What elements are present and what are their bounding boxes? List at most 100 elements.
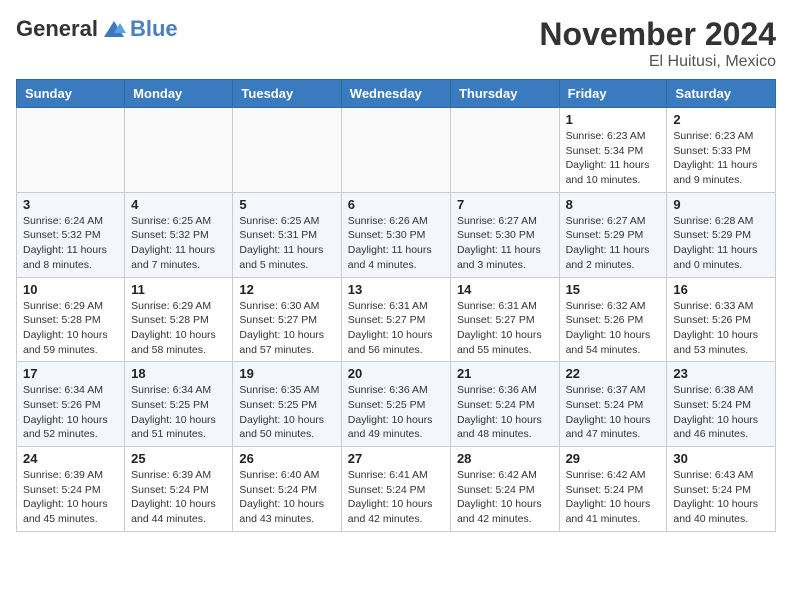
day-info: Sunrise: 6:25 AM Sunset: 5:31 PM Dayligh… xyxy=(239,214,334,273)
calendar-table: SundayMondayTuesdayWednesdayThursdayFrid… xyxy=(16,79,776,532)
calendar-week-row: 1Sunrise: 6:23 AM Sunset: 5:34 PM Daylig… xyxy=(17,108,776,193)
day-number: 3 xyxy=(23,197,118,212)
day-info: Sunrise: 6:29 AM Sunset: 5:28 PM Dayligh… xyxy=(23,299,118,358)
day-number: 8 xyxy=(566,197,661,212)
calendar-day-cell: 7 Sunrise: 6:27 AM Sunset: 5:30 PM Daylig… xyxy=(450,192,559,277)
day-number: 15 xyxy=(566,282,661,297)
logo: General Blue xyxy=(16,16,178,42)
title-section: November 2024 El Huitusi, Mexico xyxy=(539,16,776,71)
calendar-week-row: 10 Sunrise: 6:29 AM Sunset: 5:28 PM Dayli… xyxy=(17,277,776,362)
calendar-day-cell: 8 Sunrise: 6:27 AM Sunset: 5:29 PM Daylig… xyxy=(559,192,667,277)
day-info: Sunrise: 6:30 AM Sunset: 5:27 PM Dayligh… xyxy=(239,299,334,358)
calendar-day-cell: 14 Sunrise: 6:31 AM Sunset: 5:27 PM Dayli… xyxy=(450,277,559,362)
day-number: 6 xyxy=(348,197,444,212)
day-number: 23 xyxy=(673,366,769,381)
calendar-day-cell: 11 Sunrise: 6:29 AM Sunset: 5:28 PM Dayli… xyxy=(125,277,233,362)
calendar-week-row: 17 Sunrise: 6:34 AM Sunset: 5:26 PM Dayli… xyxy=(17,362,776,447)
day-number: 11 xyxy=(131,282,226,297)
day-number: 25 xyxy=(131,451,226,466)
day-info: Sunrise: 6:31 AM Sunset: 5:27 PM Dayligh… xyxy=(457,299,553,358)
calendar-day-cell: 18Sunrise: 6:34 AM Sunset: 5:25 PM Dayli… xyxy=(125,362,233,447)
calendar-day-cell xyxy=(450,108,559,193)
day-info: Sunrise: 6:42 AM Sunset: 5:24 PM Dayligh… xyxy=(566,468,661,527)
day-number: 16 xyxy=(673,282,769,297)
day-number: 26 xyxy=(239,451,334,466)
location: El Huitusi, Mexico xyxy=(539,53,776,71)
calendar-day-cell xyxy=(233,108,341,193)
calendar-day-cell: 1Sunrise: 6:23 AM Sunset: 5:34 PM Daylig… xyxy=(559,108,667,193)
day-info: Sunrise: 6:38 AM Sunset: 5:24 PM Dayligh… xyxy=(673,383,769,442)
calendar-day-cell: 29Sunrise: 6:42 AM Sunset: 5:24 PM Dayli… xyxy=(559,447,667,532)
day-number: 22 xyxy=(566,366,661,381)
day-number: 19 xyxy=(239,366,334,381)
day-info: Sunrise: 6:39 AM Sunset: 5:24 PM Dayligh… xyxy=(131,468,226,527)
day-info: Sunrise: 6:25 AM Sunset: 5:32 PM Dayligh… xyxy=(131,214,226,273)
day-info: Sunrise: 6:33 AM Sunset: 5:26 PM Dayligh… xyxy=(673,299,769,358)
day-info: Sunrise: 6:26 AM Sunset: 5:30 PM Dayligh… xyxy=(348,214,444,273)
day-info: Sunrise: 6:23 AM Sunset: 5:33 PM Dayligh… xyxy=(673,129,769,188)
calendar-day-cell: 10 Sunrise: 6:29 AM Sunset: 5:28 PM Dayli… xyxy=(17,277,125,362)
calendar-day-cell: 15Sunrise: 6:32 AM Sunset: 5:26 PM Dayli… xyxy=(559,277,667,362)
calendar-day-cell: 2Sunrise: 6:23 AM Sunset: 5:33 PM Daylig… xyxy=(667,108,776,193)
day-number: 30 xyxy=(673,451,769,466)
calendar-day-cell: 26 Sunrise: 6:40 AM Sunset: 5:24 PM Dayli… xyxy=(233,447,341,532)
calendar-day-cell: 4 Sunrise: 6:25 AM Sunset: 5:32 PM Daylig… xyxy=(125,192,233,277)
day-number: 12 xyxy=(239,282,334,297)
day-info: Sunrise: 6:42 AM Sunset: 5:24 PM Dayligh… xyxy=(457,468,553,527)
calendar-day-cell: 24Sunrise: 6:39 AM Sunset: 5:24 PM Dayli… xyxy=(17,447,125,532)
day-number: 21 xyxy=(457,366,553,381)
day-number: 13 xyxy=(348,282,444,297)
day-info: Sunrise: 6:24 AM Sunset: 5:32 PM Dayligh… xyxy=(23,214,118,273)
logo-blue-text: Blue xyxy=(130,16,178,42)
page-header: General Blue November 2024 El Huitusi, M… xyxy=(16,16,776,71)
day-info: Sunrise: 6:31 AM Sunset: 5:27 PM Dayligh… xyxy=(348,299,444,358)
day-info: Sunrise: 6:27 AM Sunset: 5:30 PM Dayligh… xyxy=(457,214,553,273)
day-info: Sunrise: 6:35 AM Sunset: 5:25 PM Dayligh… xyxy=(239,383,334,442)
calendar-day-cell: 23 Sunrise: 6:38 AM Sunset: 5:24 PM Dayli… xyxy=(667,362,776,447)
calendar-day-cell: 5 Sunrise: 6:25 AM Sunset: 5:31 PM Daylig… xyxy=(233,192,341,277)
day-info: Sunrise: 6:23 AM Sunset: 5:34 PM Dayligh… xyxy=(566,129,661,188)
calendar-header-row: SundayMondayTuesdayWednesdayThursdayFrid… xyxy=(17,80,776,108)
day-number: 28 xyxy=(457,451,553,466)
calendar-day-header: Tuesday xyxy=(233,80,341,108)
calendar-day-cell: 17 Sunrise: 6:34 AM Sunset: 5:26 PM Dayli… xyxy=(17,362,125,447)
day-number: 7 xyxy=(457,197,553,212)
calendar-day-cell: 19 Sunrise: 6:35 AM Sunset: 5:25 PM Dayli… xyxy=(233,362,341,447)
calendar-day-cell: 22 Sunrise: 6:37 AM Sunset: 5:24 PM Dayli… xyxy=(559,362,667,447)
calendar-day-header: Sunday xyxy=(17,80,125,108)
day-number: 14 xyxy=(457,282,553,297)
logo-general-text: General xyxy=(16,16,98,42)
calendar-day-cell: 30 Sunrise: 6:43 AM Sunset: 5:24 PM Dayli… xyxy=(667,447,776,532)
calendar-day-cell: 3 Sunrise: 6:24 AM Sunset: 5:32 PM Daylig… xyxy=(17,192,125,277)
day-info: Sunrise: 6:27 AM Sunset: 5:29 PM Dayligh… xyxy=(566,214,661,273)
calendar-day-cell: 20 Sunrise: 6:36 AM Sunset: 5:25 PM Dayli… xyxy=(341,362,450,447)
day-info: Sunrise: 6:36 AM Sunset: 5:25 PM Dayligh… xyxy=(348,383,444,442)
day-info: Sunrise: 6:39 AM Sunset: 5:24 PM Dayligh… xyxy=(23,468,118,527)
calendar-day-cell: 27Sunrise: 6:41 AM Sunset: 5:24 PM Dayli… xyxy=(341,447,450,532)
day-info: Sunrise: 6:34 AM Sunset: 5:26 PM Dayligh… xyxy=(23,383,118,442)
month-title: November 2024 xyxy=(539,16,776,53)
day-number: 20 xyxy=(348,366,444,381)
calendar-day-header: Friday xyxy=(559,80,667,108)
calendar-day-cell: 25 Sunrise: 6:39 AM Sunset: 5:24 PM Dayli… xyxy=(125,447,233,532)
calendar-week-row: 24Sunrise: 6:39 AM Sunset: 5:24 PM Dayli… xyxy=(17,447,776,532)
calendar-day-cell: 9Sunrise: 6:28 AM Sunset: 5:29 PM Daylig… xyxy=(667,192,776,277)
day-number: 18 xyxy=(131,366,226,381)
calendar-day-cell xyxy=(125,108,233,193)
day-info: Sunrise: 6:43 AM Sunset: 5:24 PM Dayligh… xyxy=(673,468,769,527)
day-number: 4 xyxy=(131,197,226,212)
day-number: 5 xyxy=(239,197,334,212)
calendar-day-header: Saturday xyxy=(667,80,776,108)
day-info: Sunrise: 6:36 AM Sunset: 5:24 PM Dayligh… xyxy=(457,383,553,442)
day-number: 10 xyxy=(23,282,118,297)
day-number: 17 xyxy=(23,366,118,381)
day-info: Sunrise: 6:40 AM Sunset: 5:24 PM Dayligh… xyxy=(239,468,334,527)
calendar-day-header: Monday xyxy=(125,80,233,108)
day-info: Sunrise: 6:37 AM Sunset: 5:24 PM Dayligh… xyxy=(566,383,661,442)
calendar-week-row: 3 Sunrise: 6:24 AM Sunset: 5:32 PM Daylig… xyxy=(17,192,776,277)
day-number: 9 xyxy=(673,197,769,212)
day-info: Sunrise: 6:29 AM Sunset: 5:28 PM Dayligh… xyxy=(131,299,226,358)
calendar-day-header: Thursday xyxy=(450,80,559,108)
calendar-day-cell: 16 Sunrise: 6:33 AM Sunset: 5:26 PM Dayli… xyxy=(667,277,776,362)
calendar-day-cell: 6 Sunrise: 6:26 AM Sunset: 5:30 PM Daylig… xyxy=(341,192,450,277)
